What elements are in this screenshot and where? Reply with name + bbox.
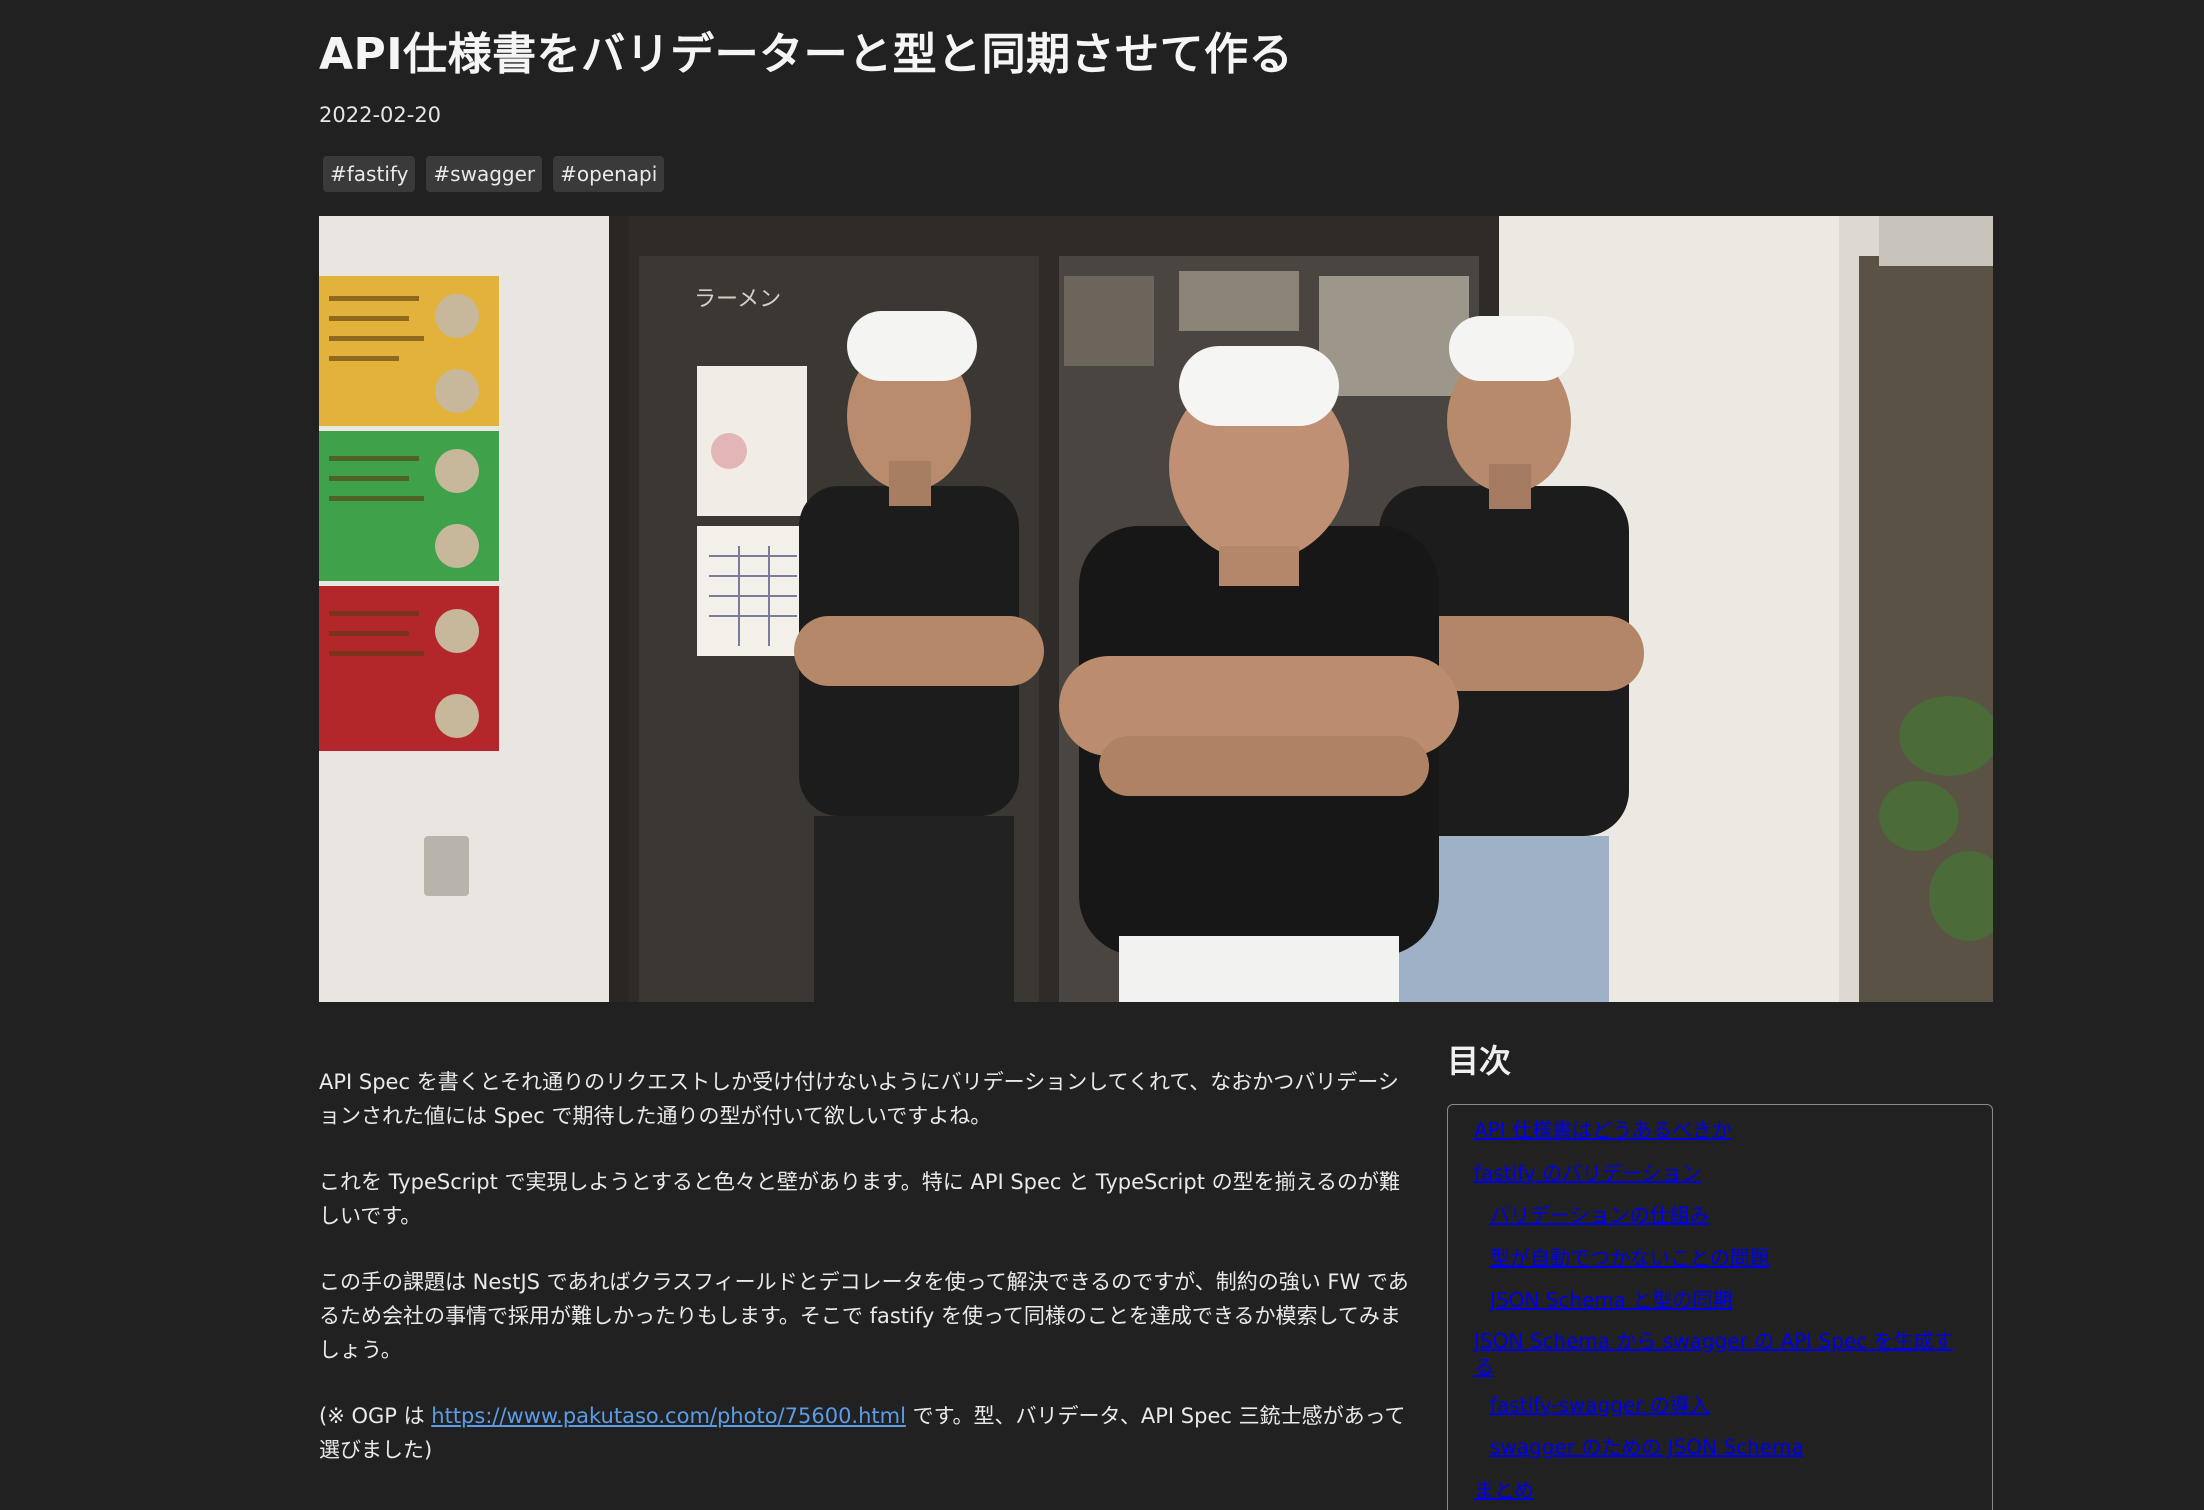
paragraph-typescript: これを TypeScript で実現しようとすると色々と壁があります。特に AP… <box>319 1170 1400 1228</box>
toc-item-summary[interactable]: まとめ <box>1474 1475 1966 1505</box>
ogp-prefix: (※ OGP は <box>319 1404 432 1428</box>
blog-article-page: API仕様書をバリデーターと型と同期させて作る 2022-02-20 #fast… <box>0 0 2204 1510</box>
tag-swagger[interactable]: #swagger <box>426 156 543 192</box>
article-date: 2022-02-20 <box>319 103 442 127</box>
toc-item-type-problem[interactable]: 型が自動でつかないことの問題 <box>1474 1243 1966 1273</box>
shop-sign-text: ラーメン <box>694 287 781 312</box>
hero-photo-illustration: ラーメン <box>319 216 1993 1002</box>
paragraph-nestjs: この手の課題は NestJS であればクラスフィールドとデコレータを使って解決で… <box>319 1270 1409 1362</box>
toc-item-validation-mechanism[interactable]: バリデーションの仕組み <box>1474 1200 1966 1230</box>
paragraph-ogp: (※ OGP は https://www.pakutaso.com/photo/… <box>319 1399 1413 1467</box>
toc-item-fastify-validation[interactable]: fastify のバリデーション <box>1474 1158 1966 1188</box>
tag-fastify[interactable]: #fastify <box>323 156 416 192</box>
toc-item-json-schema-sync[interactable]: JSON Schema と型の同期 <box>1474 1285 1966 1315</box>
paragraph-intro: API Spec を書くとそれ通りのリクエストしか受け付けないようにバリデーショ… <box>319 1070 1399 1128</box>
article-title: API仕様書をバリデーターと型と同期させて作る <box>319 29 1294 80</box>
table-of-contents: API 仕様書はどうあるべきか fastify のバリデーション バリデーション… <box>1447 1104 1993 1510</box>
tag-list: #fastify #swagger #openapi <box>323 156 665 192</box>
toc-item-api-spec[interactable]: API 仕様書はどうあるべきか <box>1474 1115 1966 1145</box>
toc-item-generate-swagger[interactable]: JSON Schema から swagger の API Spec を生成する <box>1474 1328 1966 1380</box>
toc-heading: 目次 <box>1447 1042 1512 1080</box>
toc-item-swagger-json-schema[interactable]: swagger のための JSON Schema <box>1474 1432 1966 1462</box>
toc-item-fastify-swagger[interactable]: fastify-swagger の導入 <box>1474 1390 1966 1420</box>
ogp-link[interactable]: https://www.pakutaso.com/photo/75600.htm… <box>431 1404 906 1428</box>
article-body: API Spec を書くとそれ通りのリクエストしか受け付けないようにバリデーショ… <box>319 1065 1413 1499</box>
hero-image: ラーメン <box>319 216 1993 1002</box>
tag-openapi[interactable]: #openapi <box>553 156 665 192</box>
